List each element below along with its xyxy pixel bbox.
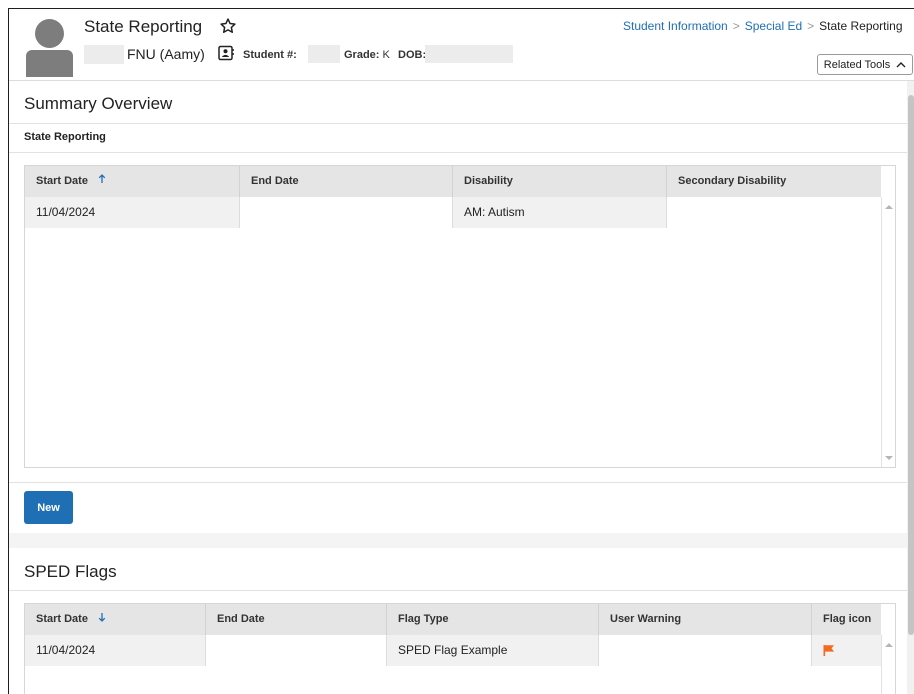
grid-scrollbar[interactable] xyxy=(881,197,895,467)
student-number-label: Student #: xyxy=(243,49,297,61)
breadcrumb-separator: > xyxy=(732,19,740,33)
state-reporting-subtitle: State Reporting xyxy=(24,131,106,143)
sped-flags-grid: Start Date End Date Flag Type User Warni… xyxy=(24,603,896,694)
dob-label: DOB: xyxy=(398,49,427,61)
cell-start-date: 11/04/2024 xyxy=(25,197,240,228)
grade-label: Grade: xyxy=(344,49,380,61)
state-reporting-grid: Start Date End Date Disability Secondary… xyxy=(24,165,896,468)
student-last-name-redacted xyxy=(84,45,124,64)
student-header: State Reporting FNU (Aamy) Student #: Gr… xyxy=(9,9,914,81)
cell-user-warning xyxy=(599,635,812,666)
scroll-down-icon[interactable] xyxy=(885,456,893,460)
table-row[interactable]: 11/04/2024 SPED Flag Example xyxy=(25,635,881,666)
column-secondary-disability[interactable]: Secondary Disability xyxy=(667,166,881,197)
divider xyxy=(9,590,907,591)
sped-flags-panel: SPED Flags Start Date End Date Flag Type… xyxy=(9,548,907,694)
grade-info: Grade: K xyxy=(344,49,390,61)
breadcrumb-current: State Reporting xyxy=(819,19,903,33)
student-number-redacted xyxy=(308,45,340,63)
column-user-warning[interactable]: User Warning xyxy=(599,604,812,635)
divider xyxy=(9,482,907,483)
arrow-up-icon xyxy=(98,174,106,183)
grid-scrollbar[interactable] xyxy=(881,635,895,694)
breadcrumb: Student Information > Special Ed > State Rep… xyxy=(623,19,903,33)
table-row[interactable]: 11/04/2024 AM: Autism xyxy=(25,197,667,228)
grade-value: K xyxy=(382,49,390,61)
avatar-body xyxy=(26,50,73,77)
breadcrumb-student-information[interactable]: Student Information xyxy=(623,19,728,33)
divider xyxy=(9,152,907,153)
related-tools-button[interactable]: Related Tools xyxy=(817,54,913,75)
column-start-date[interactable]: Start Date xyxy=(25,166,240,197)
scroll-up-icon[interactable] xyxy=(885,643,893,647)
column-end-date[interactable]: End Date xyxy=(206,604,387,635)
arrow-down-icon xyxy=(98,613,106,622)
summary-overview-panel: Summary Overview State Reporting Start D… xyxy=(9,81,907,533)
page-scrollbar-thumb[interactable] xyxy=(908,95,914,635)
column-label: Start Date xyxy=(36,613,88,625)
avatar-head xyxy=(35,19,64,48)
cell-start-date: 11/04/2024 xyxy=(25,635,206,666)
cell-disability: AM: Autism xyxy=(453,197,667,228)
related-tools-label: Related Tools xyxy=(823,58,891,71)
column-flag-icon[interactable]: Flag icon xyxy=(812,604,881,635)
cell-flag-icon xyxy=(812,635,881,666)
star-outline-icon[interactable] xyxy=(219,17,237,35)
cell-flag-type: SPED Flag Example xyxy=(387,635,599,666)
divider xyxy=(9,123,907,124)
grid-header: Start Date End Date Disability Secondary… xyxy=(25,166,881,197)
grid-header: Start Date End Date Flag Type User Warni… xyxy=(25,604,881,635)
flag-icon xyxy=(823,645,834,657)
new-button[interactable]: New xyxy=(24,491,73,524)
breadcrumb-separator: > xyxy=(807,19,815,33)
student-name: FNU (Aamy) xyxy=(127,46,205,62)
app-window: State Reporting FNU (Aamy) Student #: Gr… xyxy=(8,8,914,694)
cell-end-date xyxy=(240,197,453,228)
dob-redacted xyxy=(425,45,513,63)
column-start-date[interactable]: Start Date xyxy=(25,604,206,635)
summary-overview-title: Summary Overview xyxy=(24,94,173,113)
main-content: Summary Overview State Reporting Start D… xyxy=(9,81,907,694)
chevron-up-icon xyxy=(896,61,906,67)
column-flag-type[interactable]: Flag Type xyxy=(387,604,599,635)
column-end-date[interactable]: End Date xyxy=(240,166,453,197)
scroll-up-icon[interactable] xyxy=(885,205,893,209)
avatar xyxy=(24,19,75,77)
breadcrumb-special-ed[interactable]: Special Ed xyxy=(745,19,802,33)
column-label: Start Date xyxy=(36,175,88,187)
contact-card-icon[interactable] xyxy=(218,45,234,61)
page-scrollbar[interactable] xyxy=(907,81,914,694)
page-title: State Reporting xyxy=(84,17,203,36)
column-disability[interactable]: Disability xyxy=(453,166,667,197)
cell-end-date xyxy=(206,635,387,666)
sped-flags-title: SPED Flags xyxy=(24,562,117,581)
